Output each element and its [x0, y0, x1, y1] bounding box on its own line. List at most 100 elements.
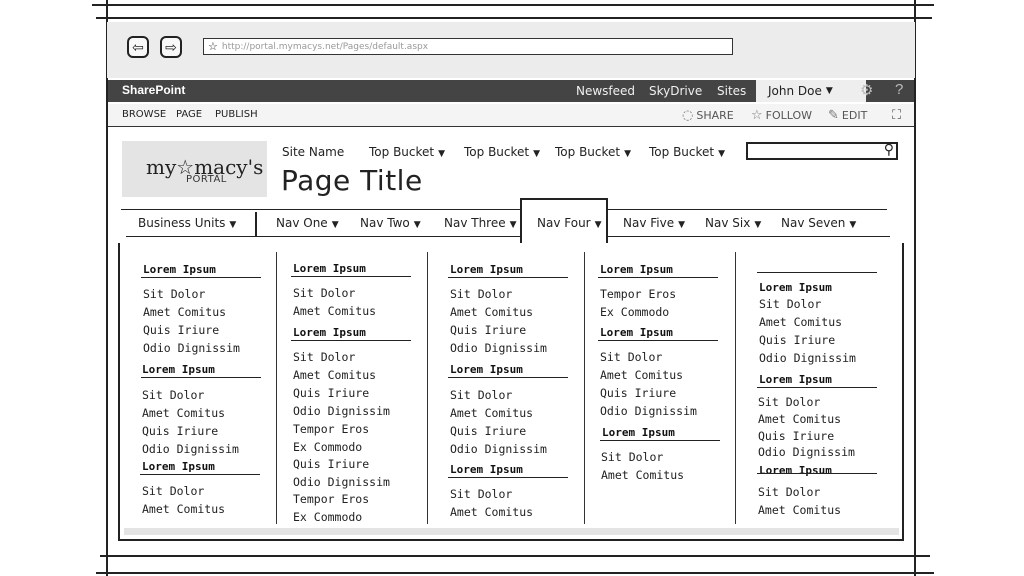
menu-link[interactable]: Ex Commodo [293, 510, 362, 524]
top-bucket-4[interactable]: Top Bucket ▼ [649, 145, 725, 159]
gear-icon[interactable]: ⚙ [860, 81, 873, 99]
menu-link[interactable]: Sit Dolor [758, 395, 820, 409]
nav-four[interactable]: Nav Four ▼ [537, 216, 602, 230]
menu-link[interactable]: Sit Dolor [450, 287, 512, 301]
nav-five[interactable]: Nav Five ▼ [623, 216, 685, 230]
nav-seven[interactable]: Nav Seven ▼ [781, 216, 856, 230]
menu-link[interactable]: Amet Comitus [759, 315, 842, 329]
menu-link[interactable]: Amet Comitus [142, 502, 225, 516]
menu-link[interactable]: Quis Iriure [759, 333, 835, 347]
menu-link[interactable]: Odio Dignissim [143, 341, 240, 355]
user-menu[interactable]: John Doe ▼ [756, 80, 866, 102]
edit-button[interactable]: ✎ EDIT [828, 108, 867, 123]
menu-link[interactable]: Amet Comitus [601, 468, 684, 482]
tab-browse[interactable]: BROWSE [122, 109, 166, 120]
menu-link[interactable]: Sit Dolor [142, 484, 204, 498]
menu-heading[interactable]: Lorem Ipsum [293, 326, 366, 339]
menu-link[interactable]: Odio Dignissim [759, 351, 856, 365]
address-bar[interactable]: ☆ http://portal.mymacys.net/Pages/defaul… [203, 38, 733, 55]
back-button[interactable]: ⇦ [127, 36, 149, 58]
follow-button[interactable]: ☆ FOLLOW [751, 108, 812, 123]
menu-link[interactable]: Quis Iriure [142, 424, 218, 438]
menu-link[interactable]: Tempor Eros [600, 287, 676, 301]
nav-one[interactable]: Nav One ▼ [276, 216, 339, 230]
menu-link[interactable]: Tempor Eros [293, 422, 369, 436]
nav-business-units[interactable]: Business Units ▼ [138, 216, 236, 230]
menu-link[interactable]: Odio Dignissim [450, 442, 547, 456]
menu-link[interactable]: Amet Comitus [450, 406, 533, 420]
menu-link[interactable]: Sit Dolor [293, 350, 355, 364]
menu-link[interactable]: Amet Comitus [450, 305, 533, 319]
question-icon[interactable]: ? [895, 81, 903, 98]
suite-link-skydrive[interactable]: SkyDrive [649, 84, 702, 98]
menu-link[interactable]: Quis Iriure [600, 386, 676, 400]
frame-line-bottom-inner [100, 555, 930, 557]
menu-heading[interactable]: Lorem Ipsum [450, 263, 523, 276]
menu-link[interactable]: Sit Dolor [601, 450, 663, 464]
menu-link[interactable]: Odio Dignissim [450, 341, 547, 355]
menu-link[interactable]: Amet Comitus [450, 505, 533, 519]
menu-link[interactable]: Amet Comitus [293, 304, 376, 318]
menu-link[interactable]: Amet Comitus [293, 368, 376, 382]
nav-two[interactable]: Nav Two ▼ [360, 216, 421, 230]
search-input[interactable]: ⚲ [746, 141, 898, 160]
menu-link[interactable]: Odio Dignissim [142, 442, 239, 456]
nav-six[interactable]: Nav Six ▼ [705, 216, 761, 230]
menu-link[interactable]: Amet Comitus [758, 412, 841, 426]
menu-heading[interactable]: Lorem Ipsum [143, 263, 216, 276]
menu-heading[interactable]: Lorem Ipsum [450, 463, 523, 476]
menu-heading[interactable]: Lorem Ipsum [602, 426, 675, 439]
forward-button[interactable]: ⇨ [160, 36, 182, 58]
menu-link[interactable]: Amet Comitus [758, 503, 841, 517]
menu-link[interactable]: Sit Dolor [450, 388, 512, 402]
menu-heading[interactable]: Lorem Ipsum [600, 326, 673, 339]
menu-link[interactable]: Sit Dolor [759, 297, 821, 311]
menu-link[interactable]: Sit Dolor [758, 485, 820, 499]
menu-link[interactable]: Amet Comitus [600, 368, 683, 382]
menu-link[interactable]: Tempor Eros [293, 492, 369, 506]
menu-link[interactable]: Ex Commodo [293, 440, 362, 454]
menu-link[interactable]: Sit Dolor [142, 388, 204, 402]
menu-link[interactable]: Odio Dignissim [293, 475, 390, 489]
top-bucket-2[interactable]: Top Bucket ▼ [464, 145, 540, 159]
suite-link-sites[interactable]: Sites [717, 84, 746, 98]
tab-page[interactable]: PAGE [176, 109, 202, 120]
menu-heading[interactable]: Lorem Ipsum [293, 262, 366, 275]
menu-heading[interactable]: Lorem Ipsum [142, 363, 215, 376]
star-icon[interactable]: ☆ [208, 40, 218, 53]
menu-heading[interactable]: Lorem Ipsum [450, 363, 523, 376]
top-bucket-1[interactable]: Top Bucket ▼ [369, 145, 445, 159]
menu-link[interactable]: Quis Iriure [758, 429, 834, 443]
menu-link[interactable]: Ex Commodo [600, 305, 669, 319]
top-bucket-3[interactable]: Top Bucket ▼ [555, 145, 631, 159]
menu-link[interactable]: Odio Dignissim [293, 404, 390, 418]
share-button[interactable]: ◌ SHARE [682, 108, 734, 123]
heading-underline [291, 340, 411, 341]
tab-publish[interactable]: PUBLISH [215, 109, 258, 120]
menu-link[interactable]: Quis Iriure [293, 457, 369, 471]
sharepoint-brand[interactable]: SharePoint [122, 83, 185, 97]
menu-heading[interactable]: Lorem Ipsum [759, 281, 832, 294]
fullscreen-icon[interactable]: ⛶ [892, 108, 901, 123]
menu-link[interactable]: Sit Dolor [450, 487, 512, 501]
menu-link[interactable]: Quis Iriure [450, 323, 526, 337]
menu-link[interactable]: Quis Iriure [143, 323, 219, 337]
site-name-link[interactable]: Site Name [282, 145, 344, 159]
site-logo[interactable]: my☆macy's PORTAL [122, 141, 267, 197]
nav-three[interactable]: Nav Three ▼ [444, 216, 517, 230]
menu-link[interactable]: Quis Iriure [450, 424, 526, 438]
menu-heading[interactable]: Lorem Ipsum [759, 373, 832, 386]
menu-link[interactable]: Sit Dolor [143, 287, 205, 301]
menu-link[interactable]: Amet Comitus [143, 305, 226, 319]
menu-heading[interactable]: Lorem Ipsum [759, 464, 832, 477]
menu-link[interactable]: Quis Iriure [293, 386, 369, 400]
menu-heading[interactable]: Lorem Ipsum [142, 460, 215, 473]
menu-heading[interactable]: Lorem Ipsum [600, 263, 673, 276]
menu-link[interactable]: Amet Comitus [142, 406, 225, 420]
menu-link[interactable]: Odio Dignissim [758, 445, 855, 459]
menu-link[interactable]: Sit Dolor [600, 350, 662, 364]
suite-link-newsfeed[interactable]: Newsfeed [576, 84, 635, 98]
menu-link[interactable]: Odio Dignissim [600, 404, 697, 418]
search-icon[interactable]: ⚲ [884, 141, 894, 158]
menu-link[interactable]: Sit Dolor [293, 286, 355, 300]
